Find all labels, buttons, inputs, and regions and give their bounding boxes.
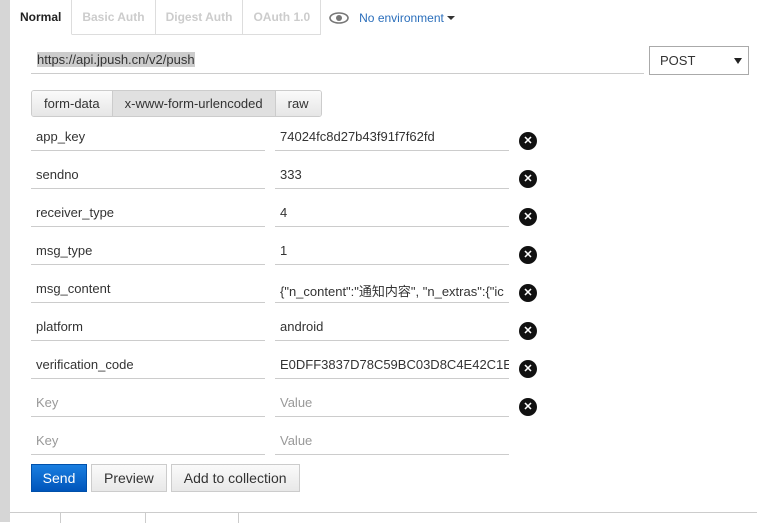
body-type-raw[interactable]: raw — [275, 91, 321, 116]
body-type-tabs: form-data x-www-form-urlencoded raw — [31, 90, 322, 117]
param-value-input[interactable]: Value — [275, 390, 509, 417]
param-value-input[interactable]: 74024fc8d27b43f91f7f62fd — [275, 124, 509, 151]
body-type-form-data[interactable]: form-data — [32, 91, 113, 116]
param-key-input[interactable]: msg_content — [31, 276, 265, 303]
param-key-input[interactable]: verification_code — [31, 352, 265, 379]
param-value-input[interactable]: 333 — [275, 162, 509, 189]
url-text: https://api.jpush.cn/v2/push — [37, 52, 195, 67]
tab-digest-auth[interactable]: Digest Auth — [155, 0, 244, 35]
param-key-input[interactable]: msg_type — [31, 238, 265, 265]
environment-selector[interactable]: No environment — [321, 0, 455, 35]
param-key-input[interactable]: sendno — [31, 162, 265, 189]
delete-param-icon[interactable]: ✕ — [519, 246, 537, 264]
param-value-input[interactable]: 1 — [275, 238, 509, 265]
tab-basic-auth[interactable]: Basic Auth — [72, 0, 156, 35]
tab-oauth[interactable]: OAuth 1.0 — [243, 0, 322, 35]
param-key-input[interactable]: app_key — [31, 124, 265, 151]
method-value: POST — [660, 53, 696, 68]
delete-param-icon[interactable]: ✕ — [519, 322, 537, 340]
send-button[interactable]: Send — [31, 464, 87, 492]
bottom-tabs — [10, 512, 757, 523]
dropdown-arrow-icon — [734, 58, 742, 64]
param-key-input[interactable]: platform — [31, 314, 265, 341]
preview-button[interactable]: Preview — [91, 464, 167, 492]
add-to-collection-button[interactable]: Add to collection — [170, 464, 300, 492]
tab-normal[interactable]: Normal — [10, 0, 73, 35]
param-value-input[interactable]: Value — [275, 428, 509, 455]
param-key-input[interactable]: receiver_type — [31, 200, 265, 227]
param-key-input[interactable]: Key — [31, 428, 265, 455]
delete-param-icon[interactable]: ✕ — [519, 170, 537, 188]
delete-param-icon[interactable]: ✕ — [519, 208, 537, 226]
environment-label: No environment — [359, 10, 444, 25]
param-value-input[interactable]: {"n_content":"通知内容", "n_extras":{"ic — [275, 276, 509, 303]
auth-tabs: Normal Basic Auth Digest Auth OAuth 1.0 … — [10, 0, 455, 35]
delete-param-icon[interactable]: ✕ — [519, 132, 537, 150]
method-select[interactable]: POST — [649, 46, 749, 75]
left-sidebar-edge — [0, 0, 10, 522]
param-value-input[interactable]: android — [275, 314, 509, 341]
action-bar: Send Preview Add to collection — [31, 464, 300, 492]
url-input[interactable]: https://api.jpush.cn/v2/push — [31, 47, 644, 74]
delete-param-icon[interactable]: ✕ — [519, 360, 537, 378]
delete-param-icon[interactable]: ✕ — [519, 284, 537, 302]
param-value-input[interactable]: E0DFF3837D78C59BC03D8C4E42C1E — [275, 352, 509, 379]
param-key-input[interactable]: Key — [31, 390, 265, 417]
delete-param-icon[interactable]: ✕ — [519, 398, 537, 416]
param-value-input[interactable]: 4 — [275, 200, 509, 227]
caret-down-icon — [446, 15, 455, 20]
body-type-urlencoded[interactable]: x-www-form-urlencoded — [112, 91, 276, 116]
eye-icon[interactable] — [329, 11, 349, 24]
